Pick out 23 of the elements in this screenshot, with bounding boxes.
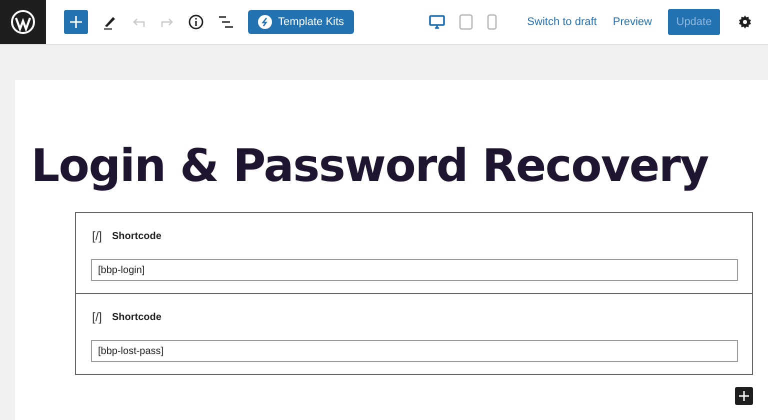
desktop-icon[interactable] — [429, 15, 446, 29]
block-label: Shortcode — [112, 230, 162, 242]
shortcode-block[interactable]: [/] Shortcode [bbp-lost-pass] — [75, 293, 753, 375]
settings-icon[interactable] — [738, 15, 752, 29]
info-icon[interactable] — [188, 14, 204, 30]
preview-link[interactable]: Preview — [612, 16, 652, 28]
switch-to-draft-link[interactable]: Switch to draft — [527, 16, 597, 28]
wordpress-logo[interactable] — [0, 0, 46, 44]
plus-icon — [70, 16, 82, 28]
wordpress-logo-icon — [10, 9, 36, 35]
shortcode-input[interactable]: [bbp-login] — [91, 259, 738, 281]
plus-icon — [739, 391, 749, 401]
bolt-icon — [258, 15, 272, 29]
pencil-icon[interactable] — [102, 14, 118, 30]
shortcode-input[interactable]: [bbp-lost-pass] — [91, 340, 738, 362]
shortcode-icon: [/] — [92, 310, 102, 324]
add-block-button[interactable] — [735, 387, 753, 405]
list-view-icon[interactable] — [218, 15, 234, 29]
shortcode-block[interactable]: [/] Shortcode [bbp-login] — [75, 212, 753, 294]
template-kits-button[interactable]: Template Kits — [248, 10, 354, 34]
block-label: Shortcode — [112, 312, 162, 322]
page-title[interactable]: Login & Password Recovery — [31, 138, 768, 194]
shortcode-icon: [/] — [92, 229, 102, 243]
